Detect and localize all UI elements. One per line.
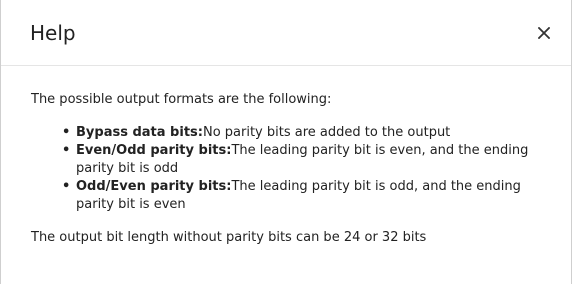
list-item: • Odd/Even parity bits:The leading parit… (31, 178, 555, 214)
format-term: Odd/Even parity bits: (76, 179, 232, 194)
help-dialog: Help The possible output formats are the… (0, 0, 572, 284)
footer-text: The output bit length without parity bit… (31, 230, 427, 245)
bullet-icon: • (62, 125, 71, 140)
bullet-icon: • (62, 143, 71, 158)
list-item: • Bypass data bits:No parity bits are ad… (31, 124, 555, 142)
close-button[interactable] (533, 22, 555, 44)
intro-text: The possible output formats are the foll… (31, 92, 332, 107)
format-term: Even/Odd parity bits: (76, 143, 232, 158)
bullet-icon: • (62, 179, 71, 194)
dialog-body: The possible output formats are the foll… (31, 91, 555, 247)
format-term: Bypass data bits: (76, 125, 203, 140)
dialog-header: Help (1, 0, 571, 66)
dialog-title: Help (30, 21, 76, 45)
list-item: • Even/Odd parity bits:The leading parit… (31, 142, 555, 178)
formats-list: • Bypass data bits:No parity bits are ad… (31, 124, 555, 214)
close-icon (538, 27, 550, 39)
format-description: No parity bits are added to the output (202, 125, 451, 140)
